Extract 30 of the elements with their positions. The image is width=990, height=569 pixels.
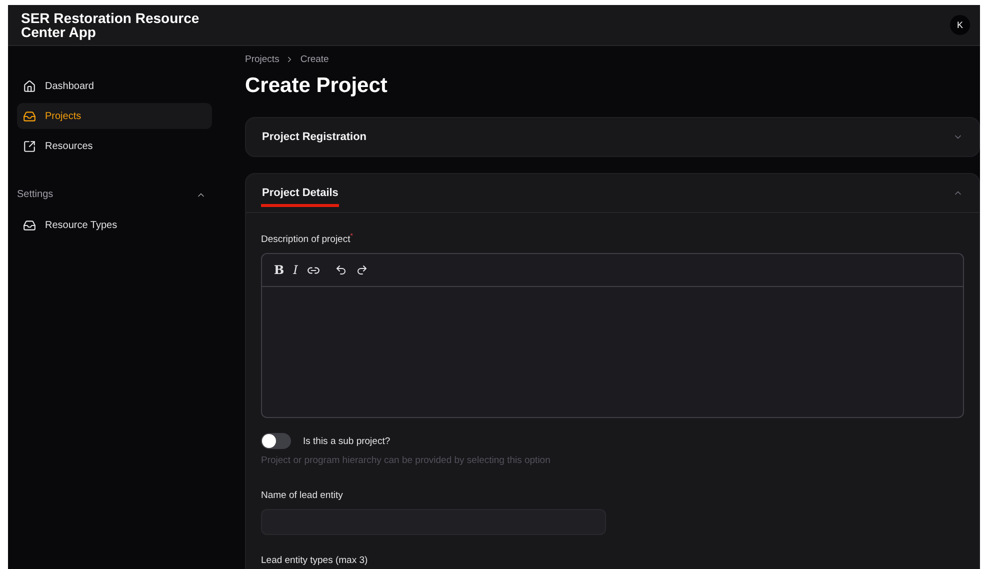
sidebar-group-label: Settings [17,189,54,200]
house-icon [23,80,36,92]
rich-text-editor[interactable]: B I [261,253,964,418]
section-header[interactable]: Project Details [246,174,979,213]
section-title: Project Details [262,187,338,199]
required-mark: * [350,233,353,240]
bold-button[interactable]: B [274,263,284,278]
sidebar-item[interactable]: Resources [17,133,212,159]
sidebar-item[interactable]: Projects [17,103,212,129]
user-avatar[interactable]: K [950,15,970,35]
breadcrumb-item: Create [300,54,329,65]
field-label: Description of project$^{*}$ [261,233,354,246]
italic-button[interactable]: I [293,263,298,278]
sidebar-item[interactable]: Resource Types [17,212,212,238]
field-label: Lead entity types (max 3) [261,555,369,566]
redo-button[interactable] [356,264,368,276]
app-title: SER Restoration Resource Center App [21,11,200,39]
external-link-icon [23,140,36,152]
sidebar-item[interactable]: Dashboard [17,73,212,99]
tray-icon [23,218,36,232]
tray-icon [23,110,36,122]
section-title: Project Registration [262,131,367,143]
undo-button[interactable] [334,264,347,276]
toggle-switch[interactable] [261,433,291,450]
help-text: Project or program hierarchy can be provided by selecting this option [261,455,552,466]
toggle-label: Is this a sub project? [303,436,390,447]
section-header[interactable]: Project Registration [246,118,979,156]
breadcrumb-item[interactable]: Projects [245,54,280,65]
field-label: Name of lead entity [261,490,344,502]
page-title: Create Project [245,74,388,98]
